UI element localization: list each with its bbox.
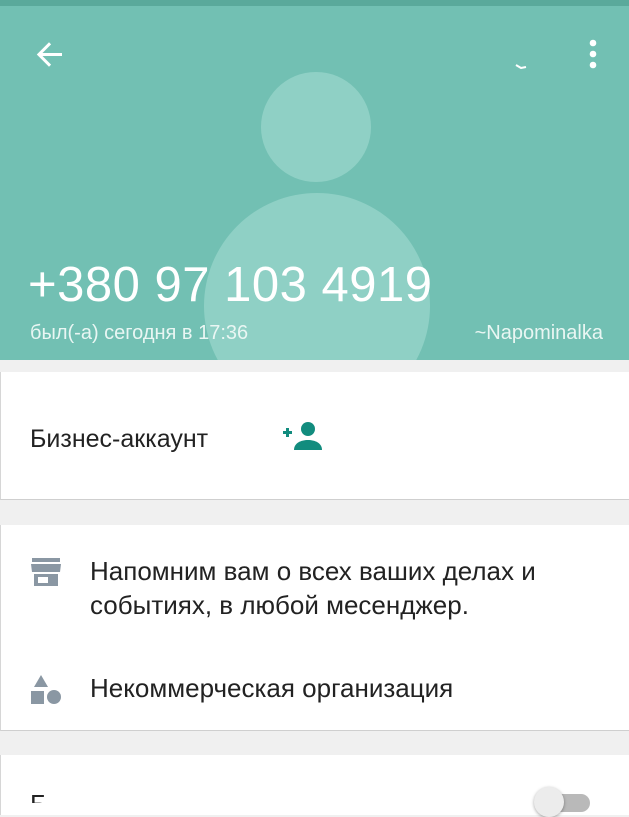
arrow-back-icon xyxy=(36,42,62,67)
more-vert-icon xyxy=(589,39,597,69)
settings-toggle[interactable] xyxy=(534,787,594,817)
contact-header: +380 97 103 4919 был(-а) сегодня в 17:36… xyxy=(0,0,629,360)
back-button[interactable] xyxy=(26,30,74,78)
avatar-placeholder-head xyxy=(261,72,371,182)
settings-card: Б xyxy=(0,755,629,817)
toggle-knob xyxy=(534,787,564,817)
status-bar-strip xyxy=(0,0,629,6)
person-add-icon xyxy=(283,422,322,450)
category-shapes-icon xyxy=(31,675,61,704)
business-account-card: Бизнес-аккаунт xyxy=(0,372,629,500)
business-details-card: Напомним вам о всех ваших делах и событи… xyxy=(0,525,629,731)
store-icon xyxy=(31,558,61,586)
add-contact-button[interactable] xyxy=(281,420,323,452)
status-tick-mark xyxy=(515,64,527,69)
business-description: Напомним вам о всех ваших делах и событи… xyxy=(90,556,536,620)
last-seen-status: был(-а) сегодня в 17:36 xyxy=(30,322,249,344)
more-options-button[interactable] xyxy=(570,32,618,80)
contact-push-name: ~Napominalka xyxy=(474,322,603,344)
contact-phone-number: +380 97 103 4919 xyxy=(28,258,433,312)
business-account-label: Бизнес-аккаунт xyxy=(30,425,209,453)
business-category: Некоммерческая организация xyxy=(90,673,454,703)
settings-row-label: Б xyxy=(30,791,47,803)
